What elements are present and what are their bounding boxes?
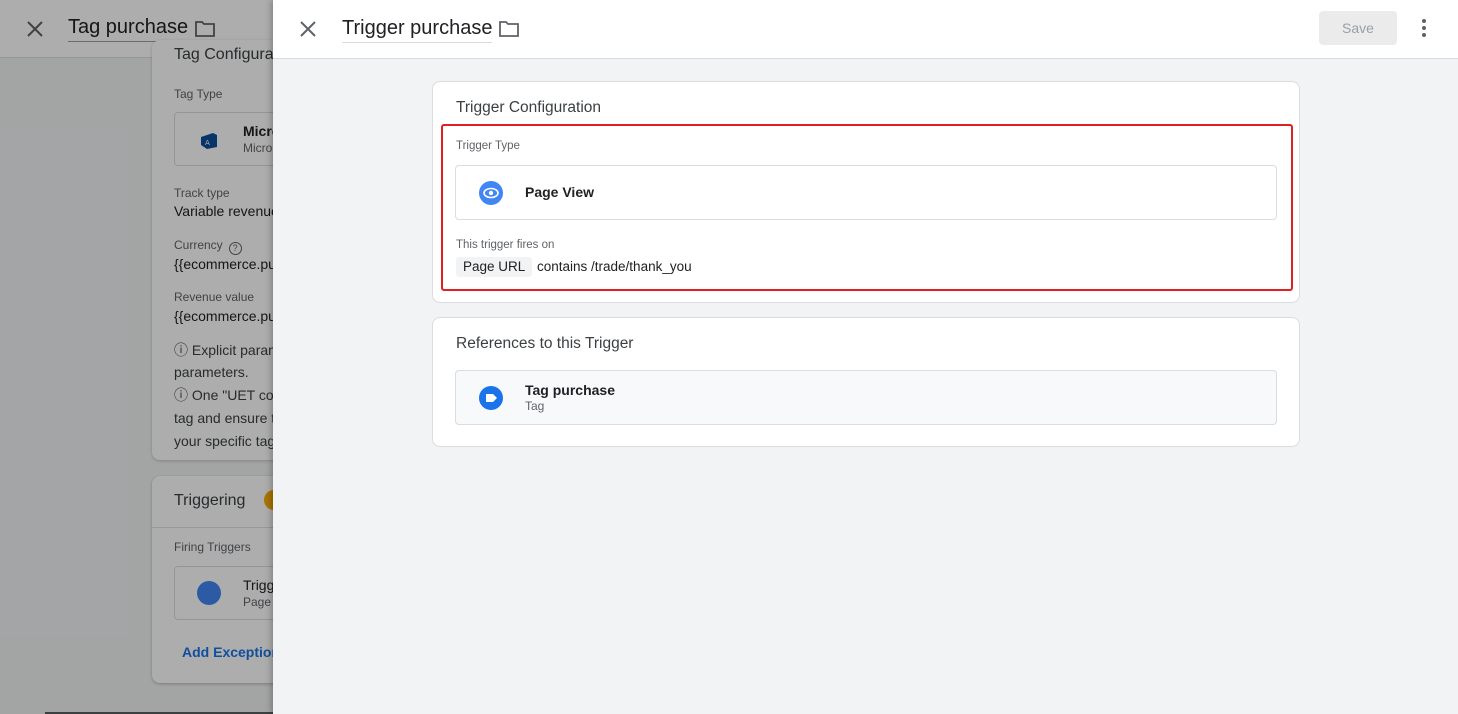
panel-header: Trigger purchase Save	[273, 0, 1458, 59]
condition-variable-chip: Page URL	[456, 257, 533, 277]
trigger-configuration-card: Trigger Configuration Trigger Type Page …	[432, 81, 1300, 303]
reference-type: Tag	[525, 399, 545, 413]
condition-text: contains /trade/thank_you	[537, 259, 692, 274]
trigger-configuration-title: Trigger Configuration	[456, 99, 602, 116]
trigger-editor-panel: Trigger purchase Save Trigger Configurat…	[273, 0, 1458, 714]
references-title: References to this Trigger	[456, 335, 634, 352]
close-icon[interactable]	[297, 18, 319, 40]
fires-on-label: This trigger fires on	[456, 239, 555, 251]
trigger-type-box[interactable]: Page View	[455, 165, 1277, 220]
eye-icon	[479, 181, 503, 205]
trigger-type-label: Trigger Type	[456, 140, 520, 152]
references-card: References to this Trigger Tag purchase …	[432, 317, 1300, 447]
reference-name: Tag purchase	[525, 382, 615, 398]
tag-icon	[479, 386, 503, 410]
reference-item[interactable]: Tag purchase Tag	[455, 370, 1277, 425]
more-vert-icon[interactable]	[1413, 16, 1435, 40]
trigger-type-name: Page View	[525, 184, 595, 200]
folder-icon[interactable]	[498, 19, 520, 39]
trigger-name-title[interactable]: Trigger purchase	[342, 17, 493, 43]
save-button[interactable]: Save	[1319, 11, 1397, 45]
